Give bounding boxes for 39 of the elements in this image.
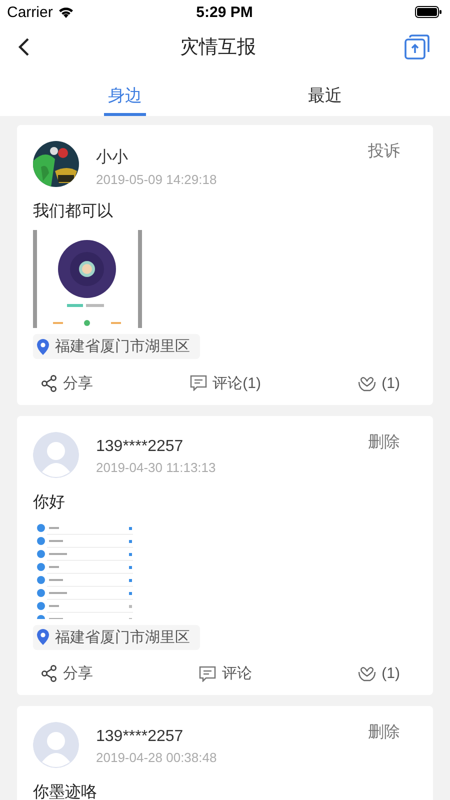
location-text: 福建省厦门市湖里区 — [55, 337, 190, 356]
share-icon — [41, 665, 57, 682]
share-button[interactable]: 分享 — [41, 374, 93, 392]
upload-icon[interactable] — [404, 34, 430, 60]
page-title: 灾情互报 — [179, 36, 257, 60]
location-pin-icon — [37, 629, 49, 645]
comment-icon — [198, 666, 216, 682]
wifi-icon — [58, 6, 74, 18]
post-text: 你好 — [33, 492, 66, 512]
post-text: 我们都可以 — [33, 202, 114, 222]
avatar-icon — [33, 722, 79, 768]
location-text: 福建省厦门市湖里区 — [55, 628, 190, 646]
tab[interactable]: 身边 — [104, 70, 146, 116]
action-link[interactable]: 投诉 — [368, 141, 400, 162]
share-icon — [41, 374, 57, 392]
back-icon[interactable] — [16, 37, 32, 57]
post-time: 2019-04-30 11:13:13 — [96, 460, 217, 474]
avatar-icon — [33, 432, 79, 478]
hands-heart-icon — [358, 665, 376, 682]
post-time: 2019-04-28 00:38:48 — [96, 750, 218, 765]
carrier-label: Carrier — [7, 4, 53, 20]
share-button[interactable]: 分享 — [41, 664, 93, 683]
tab[interactable]: 最近 — [304, 70, 346, 116]
battery-icon — [415, 6, 442, 18]
post-time: 2019-05-09 14:29:18 — [96, 172, 218, 187]
like-button[interactable]: (1) — [358, 665, 400, 682]
action-link[interactable]: 删除 — [368, 722, 400, 743]
comment-icon — [190, 375, 207, 391]
like-button[interactable]: (1) — [358, 374, 400, 392]
location-pin-icon — [37, 338, 49, 354]
post-text: 你墨迹咯 — [33, 782, 98, 800]
comment-button[interactable]: 评论(1) — [190, 374, 261, 392]
comment-button[interactable]: 评论 — [198, 664, 252, 683]
hands-heart-icon — [358, 374, 376, 392]
clock: 5:29 PM — [196, 4, 253, 20]
user-name: 139****2257 — [96, 728, 184, 746]
user-name: 小小 — [96, 148, 129, 168]
action-link[interactable]: 删除 — [368, 432, 400, 452]
user-name: 139****2257 — [96, 438, 184, 456]
